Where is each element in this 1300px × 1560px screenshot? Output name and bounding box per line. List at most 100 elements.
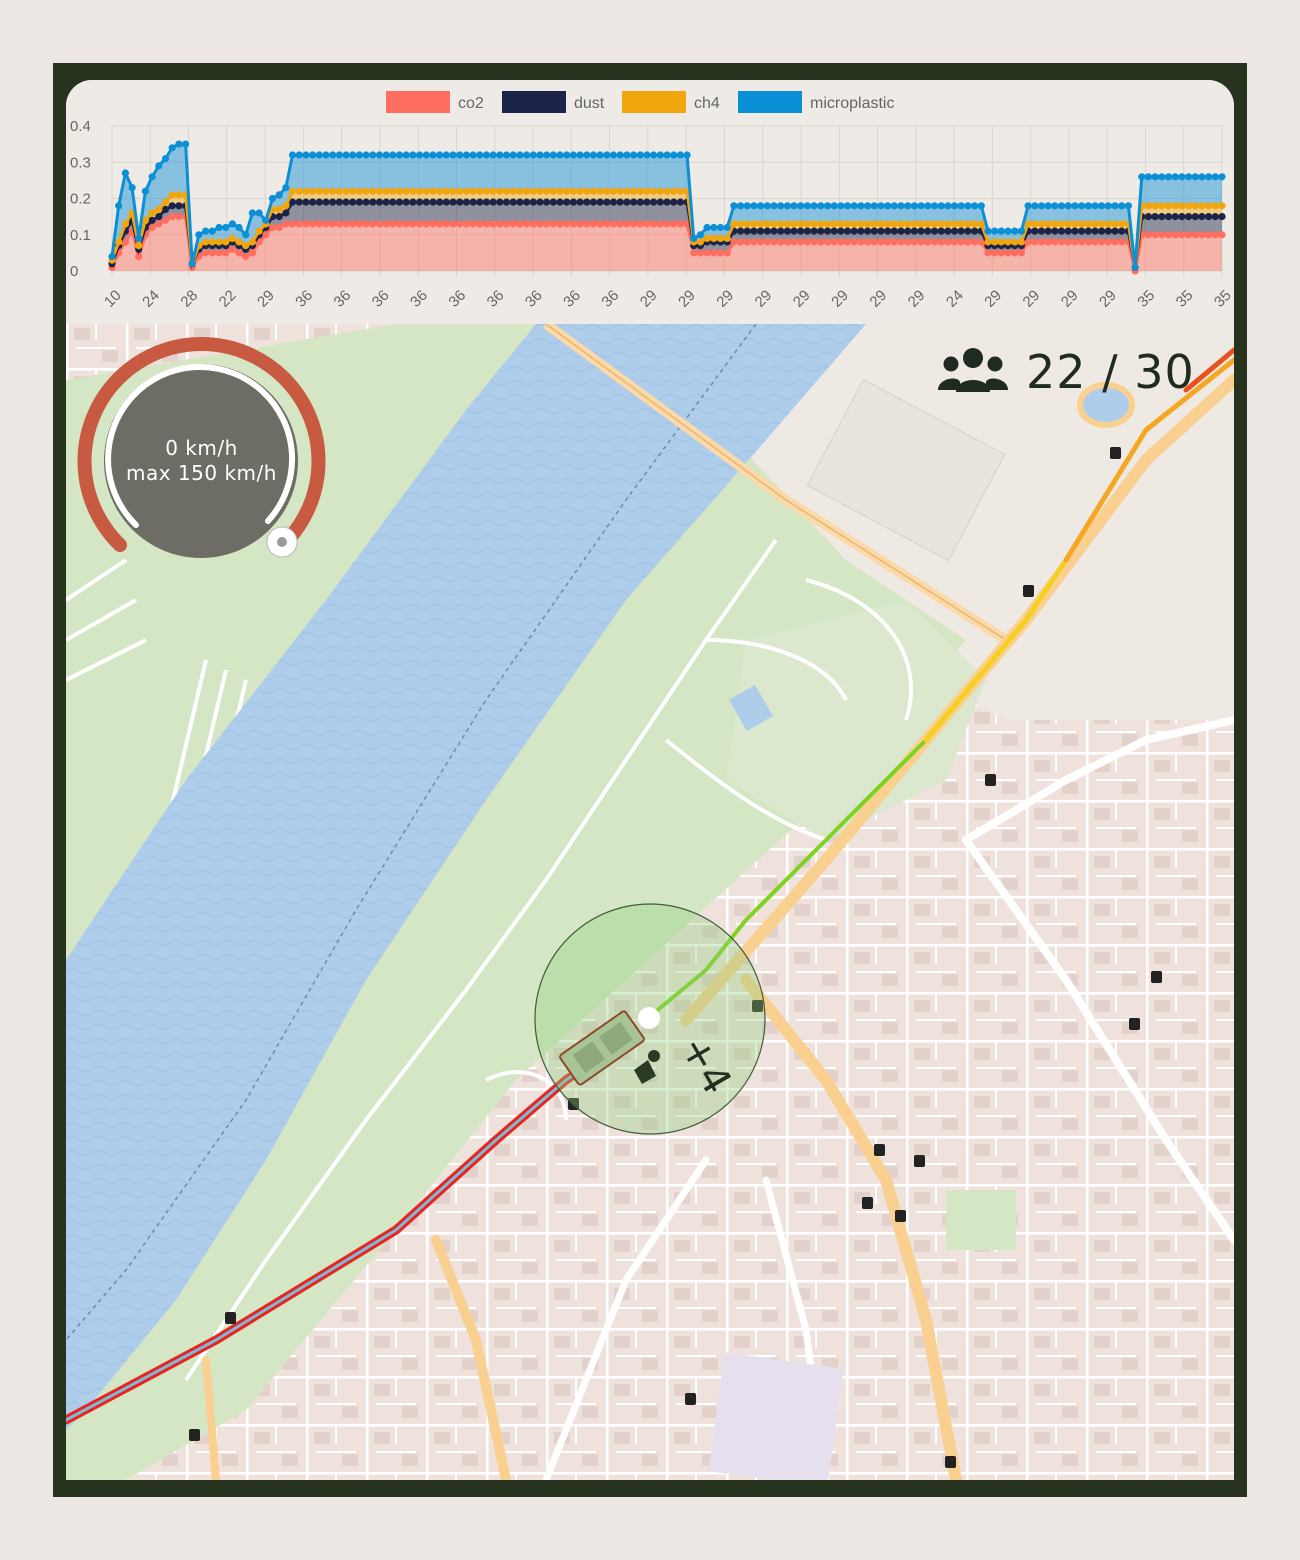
point-dust bbox=[1071, 227, 1079, 235]
legend-label: microplastic bbox=[810, 95, 894, 112]
chart-areas bbox=[108, 140, 1226, 275]
point-dust bbox=[964, 227, 972, 235]
point-ch4 bbox=[202, 238, 210, 246]
point-ch4 bbox=[208, 238, 216, 246]
point-ch4 bbox=[730, 220, 738, 228]
point-co2 bbox=[1004, 249, 1012, 257]
point-co2 bbox=[1051, 238, 1059, 246]
legend-label: co2 bbox=[458, 95, 484, 112]
point-co2 bbox=[1171, 231, 1179, 239]
point-microplastic bbox=[282, 184, 290, 192]
point-ch4 bbox=[456, 187, 464, 195]
point-co2 bbox=[362, 220, 370, 228]
point-microplastic bbox=[242, 231, 250, 239]
point-ch4 bbox=[864, 220, 872, 228]
x-tick-label: 29 bbox=[1058, 287, 1082, 311]
point-co2 bbox=[670, 220, 678, 228]
point-ch4 bbox=[991, 238, 999, 246]
point-co2 bbox=[609, 220, 618, 228]
legend-item[interactable]: dust bbox=[502, 91, 605, 113]
point-microplastic bbox=[315, 151, 323, 159]
point-dust bbox=[1057, 227, 1066, 235]
point-ch4 bbox=[950, 220, 959, 228]
bus-stop-icon bbox=[1151, 971, 1162, 983]
point-ch4 bbox=[1084, 220, 1092, 228]
point-dust bbox=[877, 227, 885, 235]
point-dust bbox=[409, 198, 417, 206]
point-ch4 bbox=[1078, 220, 1086, 228]
speedometer-readout: 0 km/h max 150 km/h bbox=[94, 436, 309, 486]
point-dust bbox=[757, 227, 765, 235]
point-microplastic bbox=[737, 202, 745, 210]
point-co2 bbox=[1191, 231, 1199, 239]
point-ch4 bbox=[583, 187, 591, 195]
point-co2 bbox=[529, 220, 537, 228]
point-ch4 bbox=[656, 187, 664, 195]
point-dust bbox=[750, 227, 758, 235]
point-microplastic bbox=[155, 162, 163, 170]
point-microplastic bbox=[141, 187, 149, 195]
point-ch4 bbox=[643, 187, 651, 195]
point-microplastic bbox=[1185, 173, 1193, 181]
point-co2 bbox=[944, 238, 952, 246]
point-dust bbox=[1031, 227, 1039, 235]
point-co2 bbox=[1185, 231, 1193, 239]
point-ch4 bbox=[1031, 220, 1039, 228]
point-dust bbox=[1218, 213, 1226, 221]
x-tick-label: 29 bbox=[866, 287, 890, 311]
point-ch4 bbox=[750, 220, 758, 228]
point-microplastic bbox=[563, 151, 571, 159]
point-microplastic bbox=[1104, 202, 1112, 210]
point-ch4 bbox=[543, 187, 551, 195]
point-microplastic bbox=[1198, 173, 1206, 181]
point-dust bbox=[770, 227, 778, 235]
point-co2 bbox=[964, 238, 972, 246]
point-co2 bbox=[543, 220, 551, 228]
point-co2 bbox=[984, 249, 992, 257]
point-dust bbox=[870, 227, 878, 235]
point-microplastic bbox=[436, 151, 444, 159]
point-co2 bbox=[830, 238, 838, 246]
x-tick-label: 36 bbox=[292, 287, 316, 311]
point-ch4 bbox=[529, 187, 537, 195]
point-microplastic bbox=[730, 202, 738, 210]
point-dust bbox=[897, 227, 905, 235]
point-ch4 bbox=[436, 187, 444, 195]
point-dust bbox=[516, 198, 524, 206]
point-dust bbox=[930, 227, 939, 235]
point-co2 bbox=[422, 220, 430, 228]
point-ch4 bbox=[944, 220, 952, 228]
point-ch4 bbox=[650, 187, 658, 195]
vehicle-marker[interactable] bbox=[534, 903, 766, 1135]
max-speed: max 150 km/h bbox=[126, 461, 277, 485]
legend-item[interactable]: co2 bbox=[386, 91, 484, 113]
point-dust bbox=[556, 198, 564, 206]
legend-item[interactable]: microplastic bbox=[738, 91, 894, 113]
point-co2 bbox=[416, 220, 424, 228]
point-ch4 bbox=[670, 187, 678, 195]
point-microplastic bbox=[349, 151, 357, 159]
legend-item[interactable]: ch4 bbox=[622, 91, 720, 113]
point-dust bbox=[1104, 227, 1112, 235]
point-ch4 bbox=[817, 220, 825, 228]
point-microplastic bbox=[355, 151, 363, 159]
point-co2 bbox=[355, 220, 363, 228]
point-microplastic bbox=[175, 140, 183, 148]
point-microplastic bbox=[750, 202, 758, 210]
point-dust bbox=[436, 198, 444, 206]
point-dust bbox=[155, 213, 163, 221]
point-dust bbox=[971, 227, 979, 235]
point-microplastic bbox=[710, 223, 718, 232]
y-tick-label: 0.2 bbox=[70, 191, 91, 208]
point-co2 bbox=[349, 220, 357, 228]
point-co2 bbox=[750, 238, 758, 246]
x-tick-label: 24 bbox=[139, 287, 163, 311]
point-microplastic bbox=[810, 202, 818, 210]
point-dust bbox=[482, 198, 491, 206]
point-dust bbox=[910, 227, 919, 235]
point-ch4 bbox=[288, 187, 297, 195]
point-dust bbox=[1144, 213, 1152, 221]
point-ch4 bbox=[395, 187, 404, 195]
point-ch4 bbox=[148, 209, 156, 217]
x-tick-label: 36 bbox=[331, 287, 355, 311]
